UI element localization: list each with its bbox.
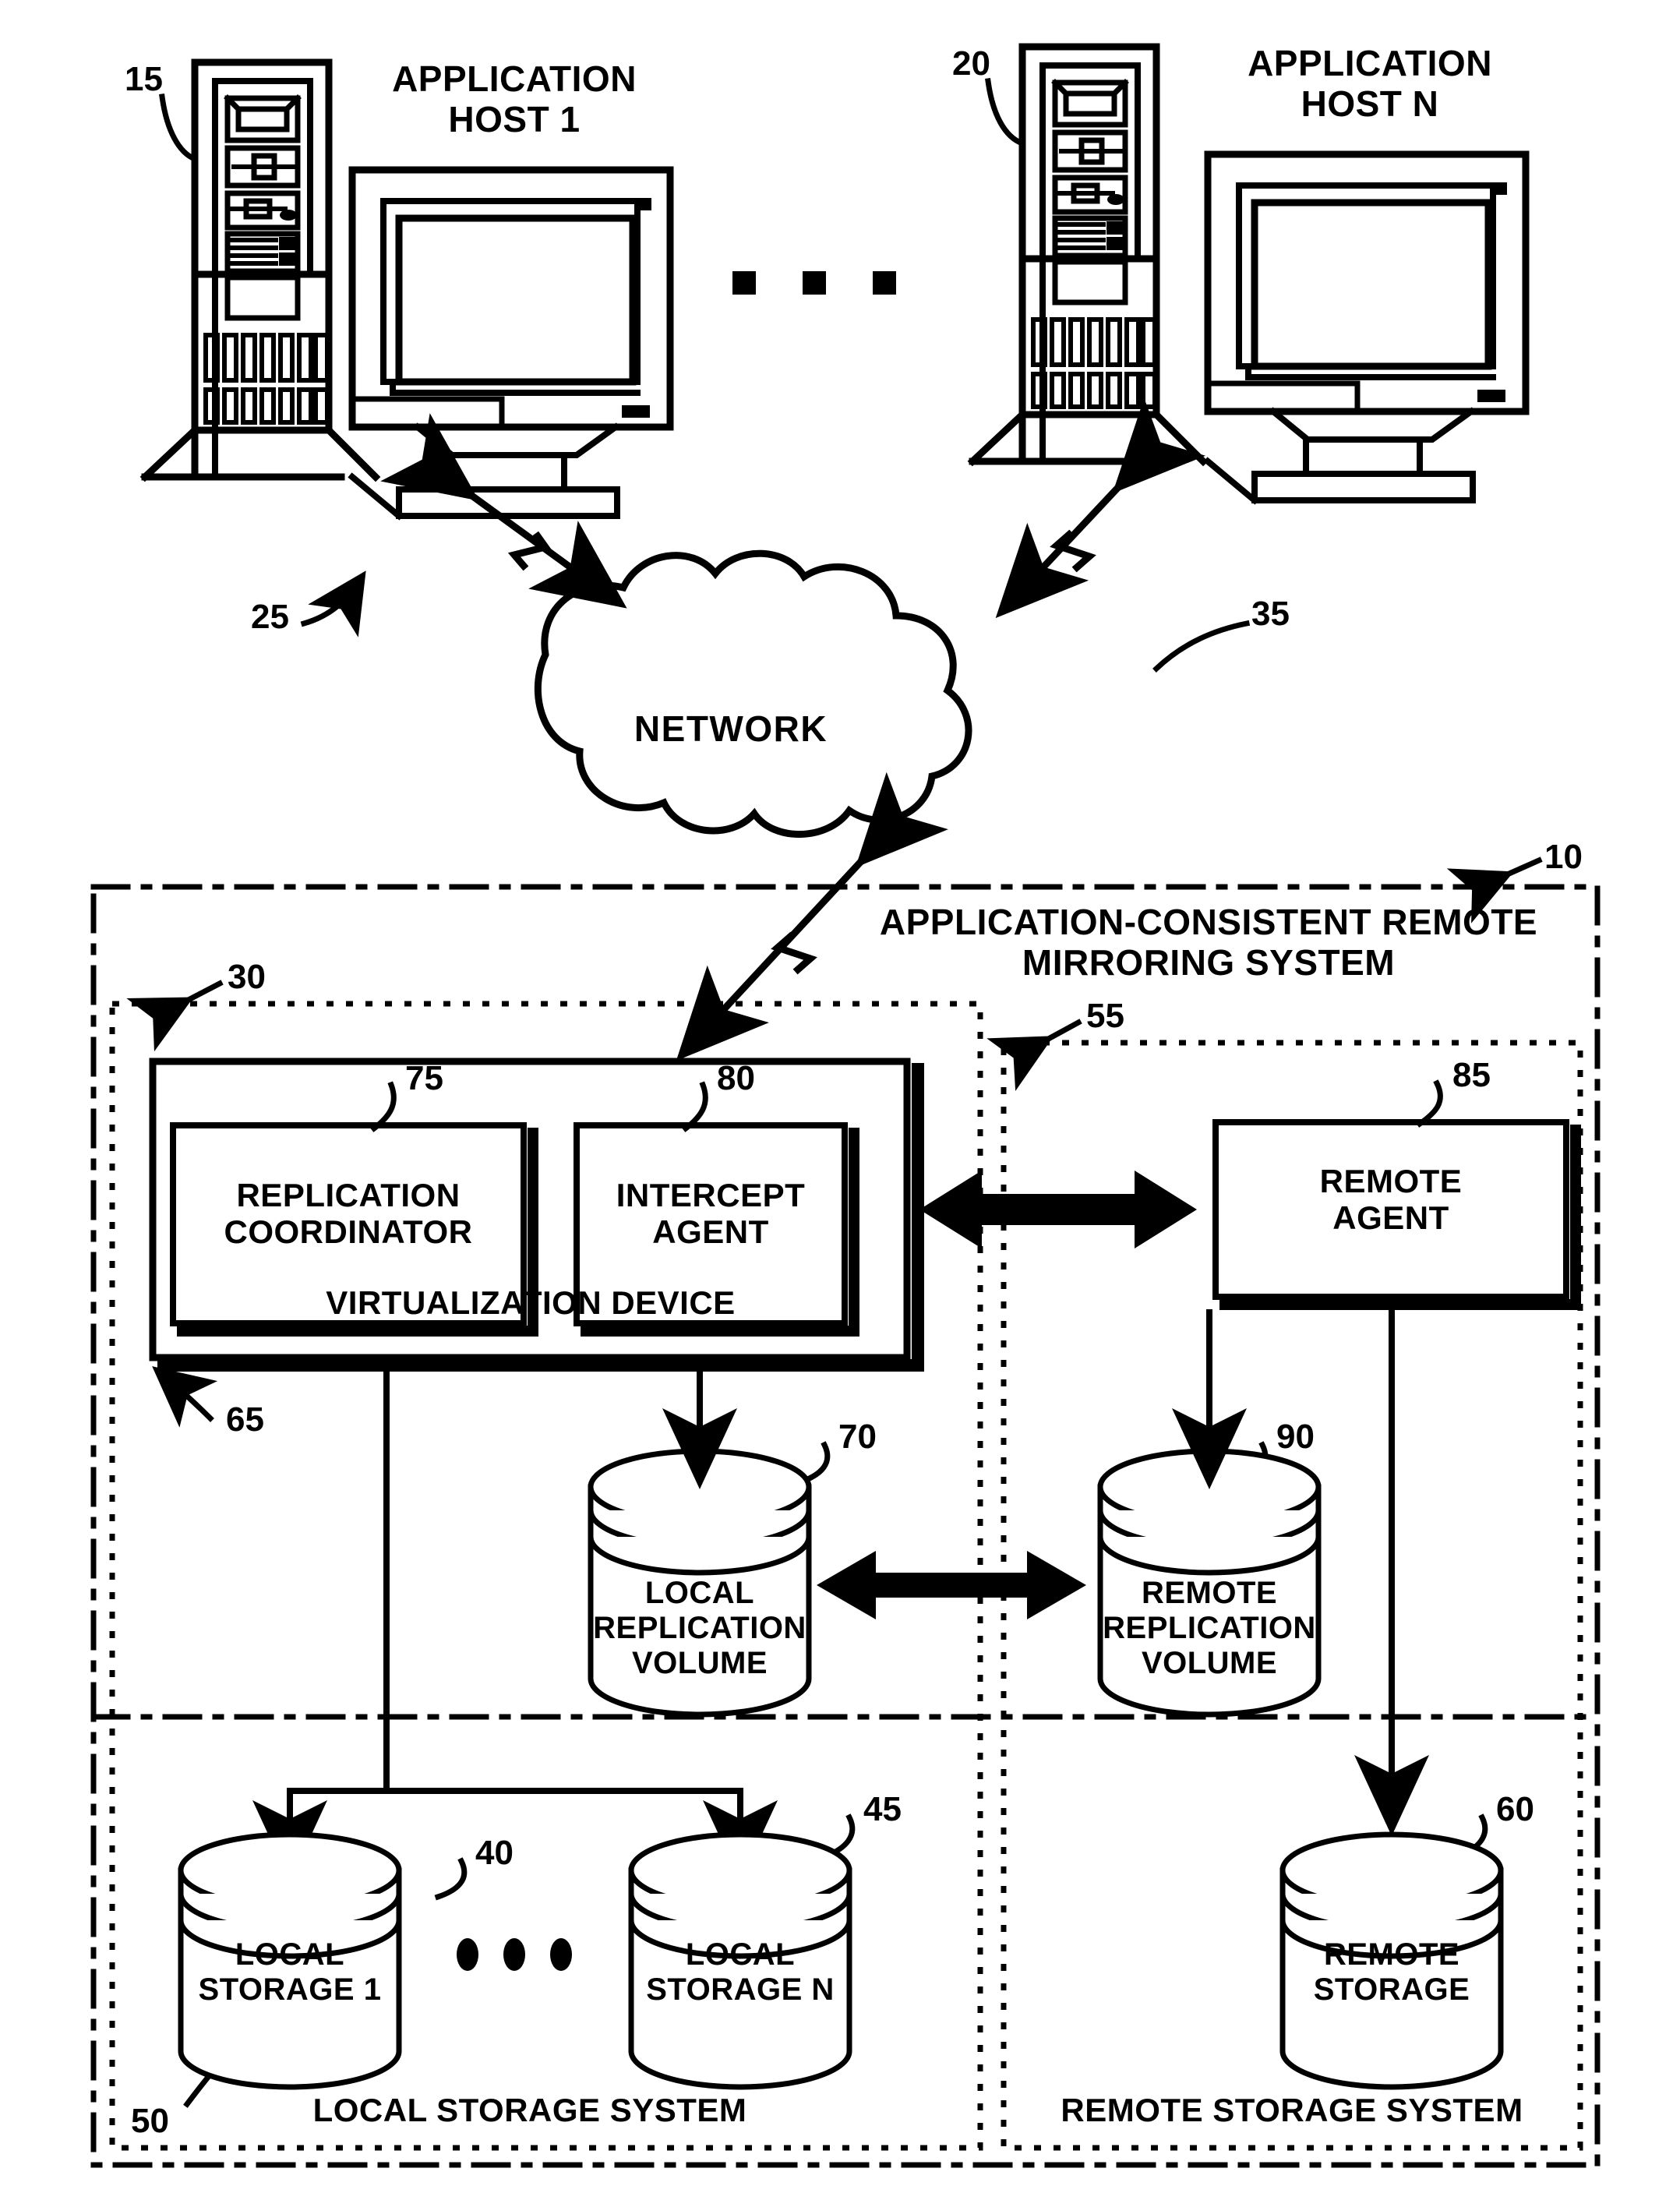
ref-15-leader xyxy=(159,94,199,163)
ref-25: 25 xyxy=(251,598,289,636)
link-host1-network xyxy=(380,413,627,609)
network-label: NETWORK xyxy=(634,708,828,749)
ref-85: 85 xyxy=(1452,1056,1491,1094)
hosts-ellipsis xyxy=(732,271,896,295)
storage-ellipsis xyxy=(457,1938,572,1971)
ref-55: 55 xyxy=(1086,997,1124,1035)
ref-70: 70 xyxy=(838,1418,877,1456)
application-host-n-label: APPLICATION HOST N xyxy=(1248,43,1492,124)
ref-35-leader xyxy=(1152,620,1251,673)
system-title: APPLICATION-CONSISTENT REMOTE MIRRORING … xyxy=(879,902,1538,983)
local-storage-1-label: LOCAL STORAGE 1 xyxy=(198,1937,382,2007)
ref-20-leader xyxy=(985,78,1026,147)
ref-40: 40 xyxy=(475,1834,514,1872)
application-host-1-tower xyxy=(139,58,381,482)
diagram-vector-layer xyxy=(90,43,1601,2168)
virtualization-device-label: VIRTUALIZATION DEVICE xyxy=(326,1284,736,1321)
replication-coordinator-label: REPLICATION COORDINATOR xyxy=(224,1177,473,1251)
ref-60: 60 xyxy=(1496,1790,1534,1828)
ref-10-leader xyxy=(1446,856,1543,923)
link-hostn-network xyxy=(995,397,1206,619)
patent-figure: 15 20 25 35 10 30 55 75 80 85 65 70 90 4… xyxy=(0,0,1680,2193)
ref-15: 15 xyxy=(125,60,163,98)
arrow-virtualization-remote-agent xyxy=(919,1171,1197,1248)
arrow-local-remote-replication-volume xyxy=(817,1551,1086,1619)
ref-30: 30 xyxy=(228,958,266,996)
ref-50: 50 xyxy=(131,2102,169,2140)
ref-65-leader xyxy=(152,1366,218,1428)
application-host-1-label: APPLICATION HOST 1 xyxy=(392,58,637,139)
remote-storage-label: REMOTE STORAGE xyxy=(1313,1937,1470,2007)
local-storage-n-label: LOCAL STORAGE N xyxy=(646,1937,835,2007)
remote-agent-label: REMOTE AGENT xyxy=(1319,1163,1463,1237)
ref-25-leader xyxy=(300,570,366,637)
ref-75: 75 xyxy=(405,1059,443,1097)
ref-35: 35 xyxy=(1251,595,1290,633)
local-storage-system-label: LOCAL STORAGE SYSTEM xyxy=(312,2092,747,2128)
ref-45: 45 xyxy=(863,1790,902,1828)
ref-10: 10 xyxy=(1544,838,1583,876)
local-replication-volume-label: LOCAL REPLICATION VOLUME xyxy=(593,1576,806,1680)
ref-20: 20 xyxy=(952,44,990,83)
ref-65: 65 xyxy=(226,1400,264,1439)
application-host-1-monitor xyxy=(348,166,674,521)
remote-replication-volume-label: REMOTE REPLICATION VOLUME xyxy=(1103,1576,1316,1680)
application-host-n-tower xyxy=(967,43,1209,467)
ref-80: 80 xyxy=(717,1059,755,1097)
ref-90: 90 xyxy=(1276,1418,1315,1456)
remote-storage-system-label: REMOTE STORAGE SYSTEM xyxy=(1061,2092,1523,2128)
ref-30-leader xyxy=(126,980,224,1052)
ref-55-leader xyxy=(986,1019,1082,1091)
ref-85-leader xyxy=(1416,1079,1443,1128)
application-host-n-monitor xyxy=(1203,150,1530,505)
ref-40-leader xyxy=(434,1857,468,1901)
intercept-agent-label: INTERCEPT AGENT xyxy=(616,1177,806,1251)
ref-70-leader xyxy=(800,1441,831,1485)
network-cloud xyxy=(534,549,972,838)
